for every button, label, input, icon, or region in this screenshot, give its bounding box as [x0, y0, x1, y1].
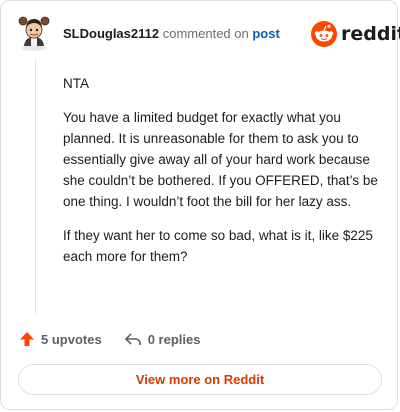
- comment-paragraph: If they want her to come so bad, what is…: [63, 228, 373, 264]
- comment-embed-card: SLDouglas2112 commented on post reddit N…: [0, 0, 400, 410]
- comment-paragraph: You have a limited budget for exactly wh…: [63, 110, 378, 209]
- comment-paragraph: NTA: [63, 76, 89, 91]
- upvote-count: 5 upvotes: [41, 331, 102, 347]
- reply-arrow-icon[interactable]: [124, 331, 142, 347]
- comment-header: SLDouglas2112 commented on post: [63, 26, 280, 42]
- username-link[interactable]: SLDouglas2112: [63, 26, 159, 41]
- view-more-button[interactable]: View more on Reddit: [18, 364, 382, 395]
- commented-on-text: commented on: [162, 26, 249, 41]
- post-link[interactable]: post: [252, 26, 279, 41]
- thread-line: [35, 59, 36, 314]
- upvote-arrow-icon[interactable]: [19, 331, 35, 347]
- avatar[interactable]: [17, 15, 51, 51]
- reply-count: 0 replies: [147, 331, 201, 347]
- reddit-logo-icon: [311, 21, 337, 47]
- reddit-wordmark: reddit: [341, 23, 400, 45]
- reddit-brand[interactable]: reddit: [311, 21, 400, 47]
- comment-body: NTA You have a limited budget for exactl…: [63, 73, 383, 280]
- comment-actions: 5 upvotes 0 replies: [19, 331, 200, 347]
